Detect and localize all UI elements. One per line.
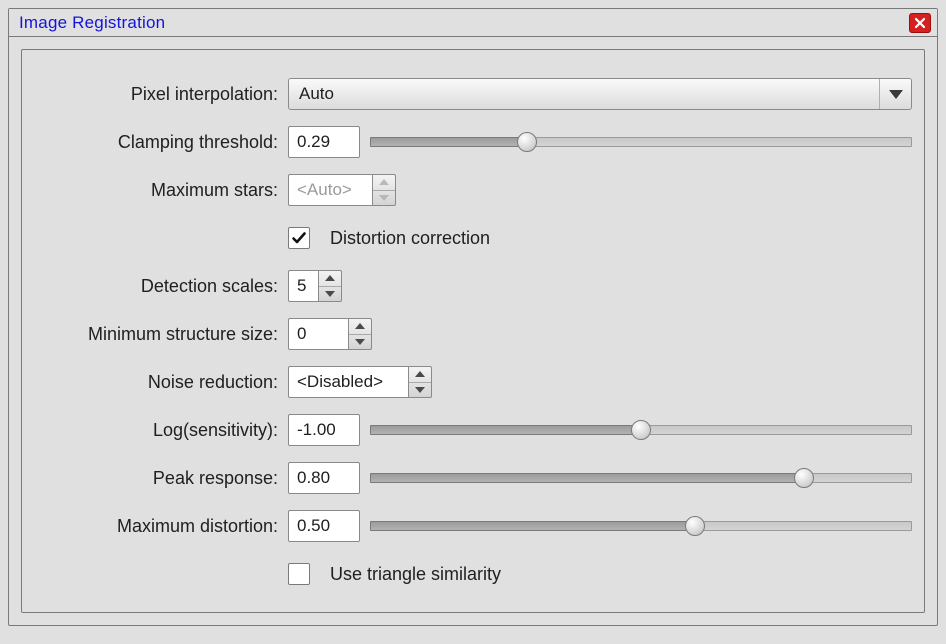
distortion-correction-checkbox[interactable] [288,227,310,249]
check-icon [291,230,307,246]
spin-up-icon [373,175,395,190]
spin-up-icon[interactable] [319,271,341,286]
spin-up-icon[interactable] [349,319,371,334]
slider-thumb[interactable] [685,516,705,536]
noise-reduction-label: Noise reduction: [34,372,288,393]
pixel-interpolation-label: Pixel interpolation: [34,84,288,105]
noise-reduction-input[interactable]: <Disabled> [288,366,408,398]
min-structure-size-spinner[interactable]: 0 [288,318,372,350]
detection-scales-spinner[interactable]: 5 [288,270,342,302]
window-title: Image Registration [19,13,165,33]
maximum-stars-spinner: <Auto> [288,174,396,206]
spin-up-icon[interactable] [409,367,431,382]
maximum-distortion-label: Maximum distortion: [34,516,288,537]
spin-down-icon [373,190,395,206]
image-registration-window: Image Registration Pixel interpolation: … [8,8,938,626]
peak-response-slider[interactable] [370,462,912,494]
spin-down-icon[interactable] [319,286,341,302]
maximum-distortion-slider[interactable] [370,510,912,542]
close-icon [914,17,926,29]
maximum-stars-label: Maximum stars: [34,180,288,201]
log-sensitivity-label: Log(sensitivity): [34,420,288,441]
clamping-threshold-input[interactable]: 0.29 [288,126,360,158]
peak-response-label: Peak response: [34,468,288,489]
slider-thumb[interactable] [517,132,537,152]
slider-thumb[interactable] [631,420,651,440]
log-sensitivity-input[interactable]: -1.00 [288,414,360,446]
noise-reduction-spinner[interactable]: <Disabled> [288,366,432,398]
title-bar: Image Registration [9,9,937,37]
detection-scales-input[interactable]: 5 [288,270,318,302]
slider-thumb[interactable] [794,468,814,488]
close-button[interactable] [909,13,931,33]
min-structure-size-label: Minimum structure size: [34,324,288,345]
min-structure-size-input[interactable]: 0 [288,318,348,350]
maximum-stars-input: <Auto> [288,174,372,206]
pixel-interpolation-dropdown[interactable]: Auto [288,78,912,110]
distortion-correction-label: Distortion correction [330,228,490,249]
clamping-threshold-label: Clamping threshold: [34,132,288,153]
chevron-down-icon [879,79,911,109]
clamping-threshold-slider[interactable] [370,126,912,158]
use-triangle-similarity-checkbox[interactable] [288,563,310,585]
spin-down-icon[interactable] [349,334,371,350]
spin-down-icon[interactable] [409,382,431,398]
log-sensitivity-slider[interactable] [370,414,912,446]
detection-scales-label: Detection scales: [34,276,288,297]
maximum-distortion-input[interactable]: 0.50 [288,510,360,542]
pixel-interpolation-value: Auto [289,84,879,104]
settings-panel: Pixel interpolation: Auto Clamping thres… [21,49,925,613]
peak-response-input[interactable]: 0.80 [288,462,360,494]
use-triangle-similarity-label: Use triangle similarity [330,564,501,585]
